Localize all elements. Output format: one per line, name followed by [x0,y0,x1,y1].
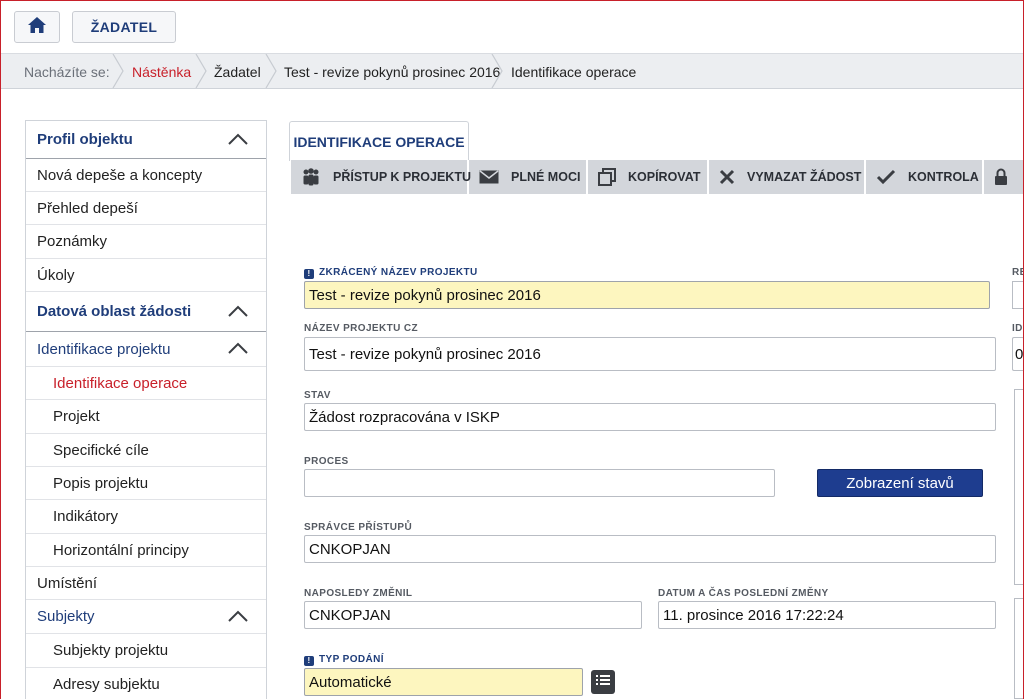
top-bar: ŽADATEL [1,1,1023,53]
spravce-pristupu-field: CNKOPJAN [304,535,996,563]
breadcrumb-zadatel[interactable]: Žadatel [214,64,261,80]
nav-subjekty[interactable]: Subjekty [26,600,266,634]
copy-icon [598,168,616,186]
naposledy-zmenil-field: CNKOPJAN [304,601,642,629]
nazev-projektu-input[interactable]: Test - revize pokynů prosinec 2016 [304,337,996,371]
stav-field: Žádost rozpracována v ISKP [304,403,996,431]
nav-ukoly[interactable]: Úkoly [26,259,266,292]
spravce-pristupu-label: SPRÁVCE PŘÍSTUPŮ [304,522,413,533]
breadcrumb-current: Identifikace operace [511,64,637,80]
kontrola-button[interactable]: KONTROLA [866,160,984,194]
cut-off-label-id: IDI [1012,323,1024,334]
users-icon [301,168,321,186]
stav-label: STAV [304,390,331,401]
action-toolbar: PŘÍSTUP K PROJEKTU PLNÉ MOCI KOPÍROVAT V… [291,160,1024,194]
home-button[interactable] [14,11,60,43]
nav-umisteni[interactable]: Umístění [26,567,266,600]
close-icon [719,169,735,185]
breadcrumb-separator [491,54,503,88]
kopirovat-button[interactable]: KOPÍROVAT [588,160,709,194]
typ-podani-label: ! TYP PODÁNÍ [304,654,384,666]
breadcrumb-prefix: Nacházíte se: [24,64,110,80]
nav-subjekty-projektu[interactable]: Subjekty projektu [26,634,266,668]
nav-identifikace-projektu[interactable]: Identifikace projektu [26,332,266,367]
cut-off-label-re: RE [1012,267,1024,278]
plne-moci-button[interactable]: PLNÉ MOCI [469,160,588,194]
nav-datova-oblast[interactable]: Datová oblast žádosti [26,292,266,332]
breadcrumb-nastenka[interactable]: Nástěnka [132,64,191,80]
nav-specificke-cile[interactable]: Specifické cíle [26,434,266,467]
chevron-up-icon[interactable] [228,610,248,622]
zkraceny-nazev-input[interactable]: Test - revize pokynů prosinec 2016 [304,281,990,309]
cut-off-panel [1014,598,1024,699]
checkmark-icon [876,169,896,185]
zadatel-button[interactable]: ŽADATEL [72,11,176,43]
required-icon: ! [304,656,314,666]
nav-prehled-depesi[interactable]: Přehled depeší [26,192,266,225]
vymazat-zadost-button[interactable]: VYMAZAT ŽÁDOST [709,160,866,194]
pristup-k-projektu-button[interactable]: PŘÍSTUP K PROJEKTU [291,160,471,194]
list-icon [596,673,610,691]
cut-off-panel [1014,389,1024,585]
nav-identifikace-operace[interactable]: Identifikace operace [26,367,266,400]
typ-podani-input[interactable]: Automatické [304,668,583,696]
nazev-projektu-label: NÁZEV PROJEKTU CZ [304,323,419,334]
required-icon: ! [304,269,314,279]
nav-indikatory[interactable]: Indikátory [26,500,266,534]
nav-popis-projektu[interactable]: Popis projektu [26,467,266,500]
naposledy-zmenil-label: NAPOSLEDY ZMĚNIL [304,588,413,599]
envelope-icon [479,170,499,184]
list-picker-button[interactable] [591,670,615,694]
zkraceny-nazev-label: ! ZKRÁCENÝ NÁZEV PROJEKTU [304,267,478,279]
zobrazeni-stavu-button[interactable]: Zobrazení stavů [817,469,983,497]
proces-label: PROCES [304,456,349,467]
breadcrumb-separator [112,54,124,88]
tab-identifikace-operace[interactable]: IDENTIFIKACE OPERACE [289,121,469,161]
side-navigation: Profil objektu Nová depeše a koncepty Př… [25,120,267,699]
datum-zmeny-field: 11. prosince 2016 17:22:24 [658,601,996,629]
lock-icon [994,168,1008,186]
nav-projekt[interactable]: Projekt [26,400,266,434]
nav-adresy-subjektu[interactable]: Adresy subjektu [26,668,266,699]
breadcrumb-separator [195,54,207,88]
nav-poznamky[interactable]: Poznámky [26,225,266,259]
chevron-up-icon[interactable] [228,133,248,145]
breadcrumb: Nacházíte se: Nástěnka Žadatel Test - re… [1,53,1023,89]
nav-nova-depese[interactable]: Nová depeše a koncepty [26,159,266,192]
lock-button[interactable] [984,160,1024,194]
proces-field [304,469,775,497]
nav-horizontalni-principy[interactable]: Horizontální principy [26,534,266,567]
nav-profil-objektu[interactable]: Profil objektu [26,121,266,159]
datum-zmeny-label: DATUM A ČAS POSLEDNÍ ZMĚNY [658,588,829,599]
cut-off-field-1[interactable] [1012,281,1024,309]
home-icon [27,16,47,39]
chevron-up-icon[interactable] [228,342,248,354]
breadcrumb-separator [265,54,277,88]
breadcrumb-project[interactable]: Test - revize pokynů prosinec 2016 [284,64,500,80]
cut-off-field-2: 0 [1012,337,1024,371]
chevron-up-icon[interactable] [228,305,248,317]
